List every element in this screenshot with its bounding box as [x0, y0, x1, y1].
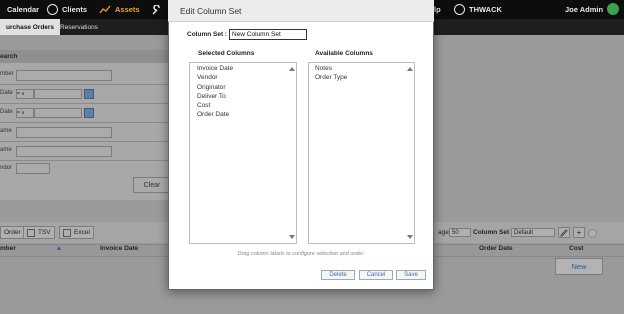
dialog-title: Edit Column Set	[168, 0, 434, 22]
status-online-icon	[607, 3, 619, 15]
nav-help[interactable]: lp	[434, 0, 441, 19]
page-size-label: age	[438, 229, 449, 236]
info-icon[interactable]	[588, 229, 597, 238]
nav-calendar-label: Calendar	[7, 5, 40, 14]
column-set-name-label: Column Set :	[187, 31, 228, 38]
excel-file-icon	[63, 228, 71, 237]
selected-column-item[interactable]: Vendor	[197, 74, 218, 81]
search-label-name-2: ame	[0, 147, 12, 153]
results-area	[434, 35, 624, 230]
export-excel-button[interactable]: Excel	[59, 226, 94, 239]
search-label-vendor: ndor	[0, 165, 13, 171]
plus-icon: +	[576, 228, 582, 237]
tsv-file-icon	[27, 228, 35, 237]
search-label-date-1: Date	[0, 90, 13, 96]
column-header-order-date[interactable]: Order Date	[479, 245, 513, 252]
search-field-name-2: ame	[0, 142, 168, 161]
nav-assets[interactable]: Assets	[99, 0, 140, 19]
cancel-button[interactable]: Cancel	[359, 270, 393, 280]
scroll-up-icon[interactable]	[289, 67, 295, 71]
vendor-select[interactable]	[16, 163, 50, 174]
search-field-name-1: ame	[0, 123, 168, 142]
tsv-button-label: TSV	[38, 229, 51, 236]
new-button[interactable]: New	[555, 258, 603, 275]
tab-reservations[interactable]: Reservations	[60, 19, 98, 35]
selected-column-item[interactable]: Invoice Date	[197, 65, 233, 72]
available-columns-list[interactable]	[308, 62, 415, 244]
order-button-label: Order	[4, 229, 21, 236]
column-header-cost[interactable]: Cost	[569, 245, 583, 252]
thwack-icon	[454, 4, 465, 15]
date-operator-select-2[interactable]: = ∨	[16, 108, 34, 118]
tab-purchase-orders-label: urchase Orders	[6, 23, 55, 31]
column-set-label: Column Set	[473, 229, 510, 236]
tab-reservations-label: Reservations	[60, 23, 98, 31]
column-header-invoice-date[interactable]: Invoice Date	[100, 245, 138, 252]
nav-thwack-label: THWACK	[469, 5, 502, 14]
column-set-select[interactable]: Default	[511, 228, 555, 237]
search-label-date-2: Date	[0, 109, 13, 115]
search-field-date-2: Date = ∨	[0, 104, 168, 123]
wrench-icon	[152, 4, 160, 15]
clients-icon	[47, 4, 58, 15]
selected-columns-heading: Selected Columns	[198, 50, 255, 57]
available-column-item[interactable]: Notes	[315, 65, 332, 72]
search-input-number[interactable]	[16, 70, 112, 81]
nav-thwack[interactable]: THWACK	[454, 0, 502, 19]
nav-clients[interactable]: Clients	[47, 0, 87, 19]
search-field-number: mber	[0, 66, 168, 85]
nav-assets-label: Assets	[115, 5, 140, 14]
search-label-number: mber	[0, 71, 14, 77]
nav-calendar[interactable]: Calendar	[7, 0, 39, 19]
tools-icon[interactable]	[151, 0, 161, 19]
date-input-1[interactable]	[34, 89, 82, 99]
search-input-name-2[interactable]	[16, 146, 112, 157]
date-input-2[interactable]	[34, 108, 82, 118]
search-label-name-1: ame	[0, 128, 12, 134]
calendar-icon[interactable]	[84, 89, 94, 99]
nav-help-label: lp	[434, 5, 441, 14]
user-menu[interactable]: Joe Admin	[565, 0, 603, 19]
scroll-up-icon[interactable]	[407, 67, 413, 71]
selected-column-item[interactable]: Originator	[197, 84, 226, 91]
search-panel-title: earch	[0, 50, 168, 63]
page-size-select[interactable]: 50	[449, 228, 471, 237]
delete-button[interactable]: Delete	[321, 270, 355, 280]
selected-column-item[interactable]: Deliver To	[197, 93, 226, 100]
save-button[interactable]: Save	[396, 270, 426, 280]
clear-button[interactable]: Clear	[133, 177, 171, 193]
column-set-name-input[interactable]	[229, 29, 307, 40]
tab-purchase-orders[interactable]: urchase Orders	[0, 19, 61, 35]
export-tsv-button[interactable]: TSV	[23, 226, 55, 239]
search-field-date-1: Date = ∨	[0, 85, 168, 104]
assets-chart-icon	[99, 5, 111, 13]
available-column-item[interactable]: Order Type	[315, 74, 347, 81]
scroll-down-icon[interactable]	[407, 235, 413, 239]
pencil-icon	[560, 228, 568, 237]
sort-asc-icon	[57, 246, 61, 250]
order-button[interactable]: Order	[0, 226, 25, 239]
drag-hint-text: Drag column labels to configure selectio…	[237, 251, 365, 257]
scroll-down-icon[interactable]	[289, 235, 295, 239]
nav-clients-label: Clients	[62, 5, 88, 14]
edit-column-set-button[interactable]	[558, 227, 570, 238]
selected-column-item[interactable]: Cost	[197, 102, 210, 109]
add-column-set-button[interactable]: +	[573, 227, 585, 238]
available-columns-heading: Available Columns	[315, 50, 373, 57]
selected-column-item[interactable]: Order Date	[197, 111, 229, 118]
excel-button-label: Excel	[74, 229, 90, 236]
calendar-icon[interactable]	[84, 108, 94, 118]
user-name: Joe Admin	[565, 5, 604, 14]
date-operator-select-1[interactable]: = ∨	[16, 89, 34, 99]
search-input-name-1[interactable]	[16, 127, 112, 138]
search-field-vendor: ndor	[0, 160, 168, 178]
column-header-number[interactable]: mber	[0, 245, 16, 252]
